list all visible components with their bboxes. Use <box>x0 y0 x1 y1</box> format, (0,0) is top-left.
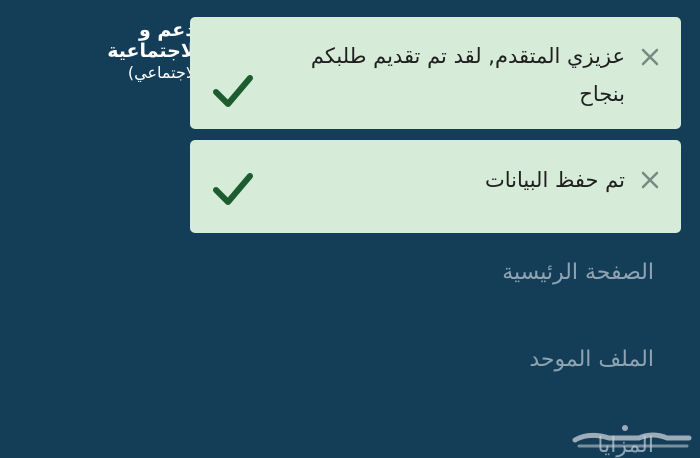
header-title-line-2: لاجتماعية <box>107 40 195 62</box>
close-icon[interactable] <box>641 48 659 66</box>
close-icon[interactable] <box>641 171 659 189</box>
nav-item-home[interactable]: الصفحة الرئيسية <box>502 260 654 285</box>
toast-message: عزيزي المتقدم, لقد تم تقديم طلبكم بنجاح <box>310 44 625 106</box>
toast-success-submitted: عزيزي المتقدم, لقد تم تقديم طلبكم بنجاح <box>190 17 681 129</box>
nav-item-unified-file[interactable]: الملف الموحد <box>529 347 654 372</box>
haraj-watermark-logo <box>569 418 695 450</box>
header-title: دعم و لاجتماعية لاجتماعي) <box>5 20 195 84</box>
checkmark-icon <box>212 72 254 110</box>
header-title-line-3: لاجتماعي) <box>127 63 195 82</box>
toast-success-saved: تم حفظ البيانات <box>190 140 681 233</box>
header-title-line-1: دعم و <box>138 19 195 41</box>
toast-message: تم حفظ البيانات <box>484 168 625 192</box>
checkmark-icon <box>212 170 254 208</box>
